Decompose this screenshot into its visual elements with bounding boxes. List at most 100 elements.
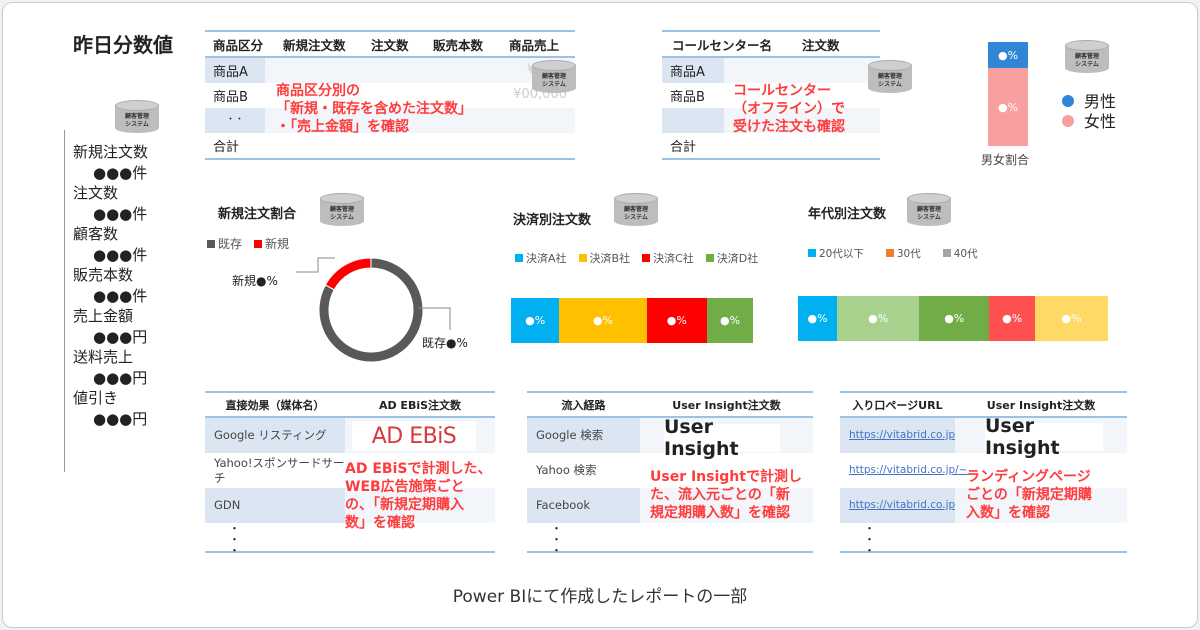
leader-line-new [296, 257, 335, 273]
bar-segment: ●% [837, 296, 920, 341]
legend-label: 40代 [953, 248, 978, 260]
database-icon: 顧客管理 システム [907, 193, 951, 227]
kpi-list: 新規注文数 ●●●件 注文数 ●●●件 顧客数 ●●●件 販売本数 ●●●件 売上金額 ●●●円送… [73, 142, 148, 429]
row-label: Yahoo 検索 [527, 453, 640, 488]
age-legend: 20代以下 30代 40代 [808, 246, 978, 261]
legend-item: 20代以下 [808, 246, 864, 261]
legend-label: 決済D社 [716, 252, 759, 265]
kpi-value: ●●●円 [93, 368, 148, 387]
row-label: Yahoo!スポンサードサーチ [205, 453, 345, 488]
legend-label: 決済B社 [589, 252, 631, 265]
userinsight-logo-2: User Insight [985, 415, 1103, 459]
table-row: 商品A ¥ [205, 58, 575, 83]
landing-url-link[interactable]: https://vitabrid.co.jp/~ [849, 463, 968, 478]
legend-swatch-icon [705, 254, 714, 262]
landing-url-link[interactable]: https://vitabrid.co.jp/~ [849, 428, 968, 443]
gender-ratio-bar: ●% ●% [988, 42, 1028, 146]
new-ratio-donut [296, 257, 451, 363]
database-icon: 顧客管理 システム [868, 60, 912, 94]
table-row: 商品A [662, 58, 880, 83]
donut-slice-new [324, 257, 372, 291]
new-ratio-title: 新規注文割合 [218, 207, 297, 222]
legend-item: 女性 [1062, 112, 1116, 132]
legend-label: 男性 [1084, 92, 1117, 111]
inflow-note: User Insightで計測し た、流入元ごとの「新 規定期購入数」を確認 [650, 469, 802, 521]
column-header: 商品売上 [509, 37, 560, 53]
yesterday-title: 昨日分数値 [73, 33, 173, 57]
payment-bar: ●% ●% ●% ●% [511, 298, 754, 343]
kpi-label: 販売本数 [73, 266, 134, 284]
kpi-label: 値引き [73, 389, 119, 407]
row-label: Google リスティング [205, 418, 345, 453]
gender-segment: ●% [988, 42, 1028, 68]
legend-item: 決済D社 [705, 250, 759, 266]
row-label-text: Google 検索 [536, 428, 604, 442]
bar-segment: ●% [511, 298, 560, 343]
bar-segment: ●% [989, 296, 1036, 341]
age-bar: ●% ●% ●% ●% ●% [798, 296, 1108, 341]
legend-swatch-icon [515, 254, 523, 262]
row-label: Facebook [527, 488, 640, 523]
column-header: User Insight注文数 [986, 398, 1096, 412]
kpi-value: ●●●円 [93, 409, 148, 428]
row-label-text: Yahoo!スポンサードサーチ [214, 455, 345, 485]
kpi-value: ●●●件 [93, 286, 148, 305]
bar-segment: ●% [646, 298, 708, 343]
column-header: 注文数 [371, 37, 409, 53]
legend-label: 決済A社 [526, 252, 567, 265]
legend-dot-icon [1062, 115, 1074, 127]
database-icon: 顧客管理 システム [532, 60, 576, 94]
more-rows-ellipsis: ・・・ [864, 522, 875, 557]
column-header: 新規注文数 [283, 37, 346, 53]
legend-label: 20代以下 [819, 248, 864, 260]
gender-segment: ●% [988, 68, 1028, 146]
landing-note: ランディングページ ごとの「新規定期購 入数」を確認 [966, 469, 1092, 521]
adebis-note: AD EBiSで計測した、 WEB広告施策ごと の、「新規定期購入 数」を確認 [345, 461, 492, 531]
table-header: 直接効果（媒体名） AD EBiS注文数 [205, 393, 495, 418]
kpi-label: 送料売上 [73, 348, 134, 366]
table-header: 流入経路 User Insight注文数 [527, 393, 813, 418]
row-label: https://vitabrid.co.jp/~ [840, 418, 968, 453]
legend-item: 男性 [1062, 92, 1116, 112]
legend-swatch-icon [942, 249, 951, 257]
caption: Power BIにて作成したレポートの一部 [452, 587, 748, 607]
bar-segment: ●% [559, 298, 647, 343]
kpi-value: ●●●件 [93, 163, 148, 182]
userinsight-logo: User Insight [664, 416, 780, 460]
database-icon: 顧客管理 システム [320, 193, 364, 227]
legend-swatch-icon [642, 254, 651, 262]
new-label: 新規●% [232, 274, 278, 288]
kpi-label: 顧客数 [73, 225, 119, 243]
column-header: User Insight注文数 [672, 398, 781, 412]
column-header: AD EBiS注文数 [378, 398, 462, 412]
row-label: GDN [205, 488, 345, 523]
age-title: 年代別注文数 [808, 207, 887, 222]
kpi-label: 新規注文数 [73, 143, 149, 161]
column-header: 入り口ページURL [852, 398, 943, 412]
gender-legend: 男性 女性 [1062, 92, 1116, 132]
legend-label: 女性 [1084, 112, 1117, 131]
legend-label: 30代 [896, 248, 921, 260]
legend-item: 30代 [885, 246, 921, 261]
legend-dot-icon [1062, 95, 1074, 107]
bar-segment: ●% [919, 296, 990, 341]
row-label-text: Google リスティング [214, 428, 327, 442]
kpi-value: ●●●件 [93, 204, 148, 223]
kpi-label: 売上金額 [73, 307, 134, 325]
landing-url-link[interactable]: https://vitabrid.co.jp/~ [849, 498, 968, 513]
row-label: Google 検索 [527, 418, 640, 453]
existing-label: 既存●% [422, 336, 468, 350]
legend-item: 決済A社 [515, 250, 567, 266]
adebis-logo: AD EBiS [352, 421, 476, 451]
row-label-text: GDN [214, 498, 241, 512]
payment-legend: 決済A社 決済B社 決済C社 決済D社 [515, 250, 758, 266]
legend-label: 決済C社 [653, 252, 694, 265]
kpi-divider [64, 130, 65, 472]
legend-item: 決済C社 [642, 250, 694, 266]
row-label-text: Yahoo 検索 [536, 463, 597, 477]
legend-item: 40代 [942, 246, 978, 261]
table-row: 合計 [213, 140, 240, 155]
legend-swatch-icon [885, 249, 894, 257]
bar-segment: ●% [798, 296, 838, 341]
row-label-text: Facebook [536, 498, 591, 512]
